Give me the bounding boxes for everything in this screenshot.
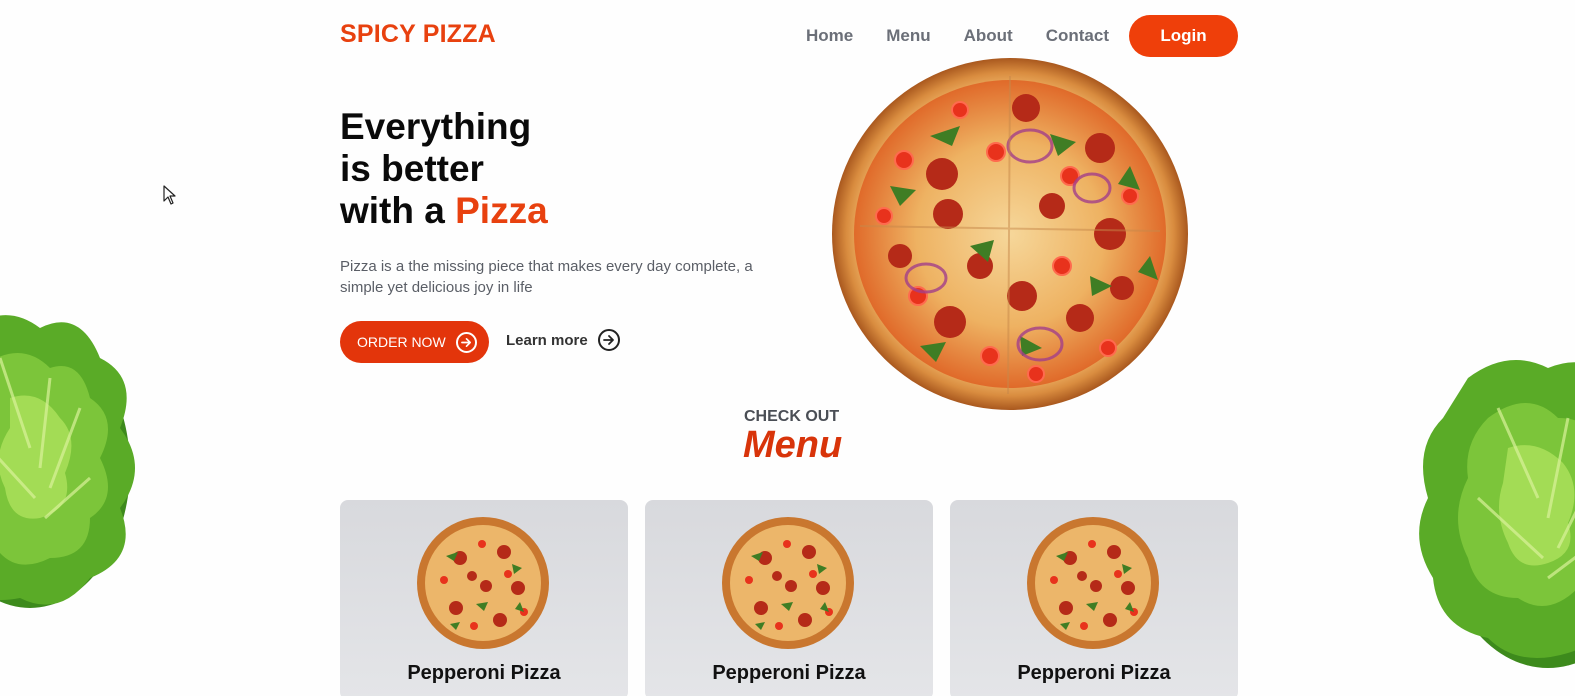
learn-more-label: Learn more bbox=[506, 331, 588, 349]
hero-title-line2: is better bbox=[340, 148, 484, 189]
hero-description: Pizza is a the missing piece that makes … bbox=[340, 258, 753, 296]
lettuce-right-decor bbox=[1419, 360, 1575, 668]
hero-title-line3: with a bbox=[340, 190, 456, 231]
lettuce-left-decor bbox=[0, 315, 135, 608]
nav-link-about[interactable]: About bbox=[964, 26, 1013, 46]
nav-link-home[interactable]: Home bbox=[806, 26, 853, 46]
login-button[interactable]: Login bbox=[1129, 15, 1238, 57]
hero-pizza-image bbox=[832, 58, 1188, 410]
nav-link-contact[interactable]: Contact bbox=[1046, 26, 1109, 46]
nav-link-menu[interactable]: Menu bbox=[886, 26, 930, 46]
order-now-label: ORDER NOW bbox=[357, 334, 446, 350]
mouse-pointer-icon bbox=[163, 185, 176, 205]
navbar: SPICY PIZZA Home Menu About Contact Logi… bbox=[0, 0, 1575, 72]
hero-title-accent: Pizza bbox=[455, 190, 548, 231]
order-now-button[interactable]: ORDER NOW bbox=[340, 321, 489, 363]
arrow-right-circle-icon bbox=[597, 329, 620, 351]
arrow-right-circle-icon bbox=[455, 331, 477, 353]
menu-card-name: Pepperoni Pizza bbox=[407, 662, 561, 684]
brand-logo[interactable]: SPICY PIZZA bbox=[340, 20, 496, 49]
menu-title: Menu bbox=[743, 424, 843, 466]
menu-card-name: Pepperoni Pizza bbox=[712, 662, 866, 684]
menu-card-name: Pepperoni Pizza bbox=[1017, 662, 1171, 684]
pizza-image bbox=[1027, 517, 1159, 649]
nav-links: Home Menu About Contact bbox=[806, 26, 1142, 46]
learn-more-link[interactable]: Learn more bbox=[506, 329, 620, 351]
pizza-image bbox=[722, 517, 854, 649]
hero-title: Everything is better with a Pizza bbox=[340, 106, 548, 232]
pizza-image bbox=[417, 517, 549, 649]
hero-title-line1: Everything bbox=[340, 106, 532, 147]
